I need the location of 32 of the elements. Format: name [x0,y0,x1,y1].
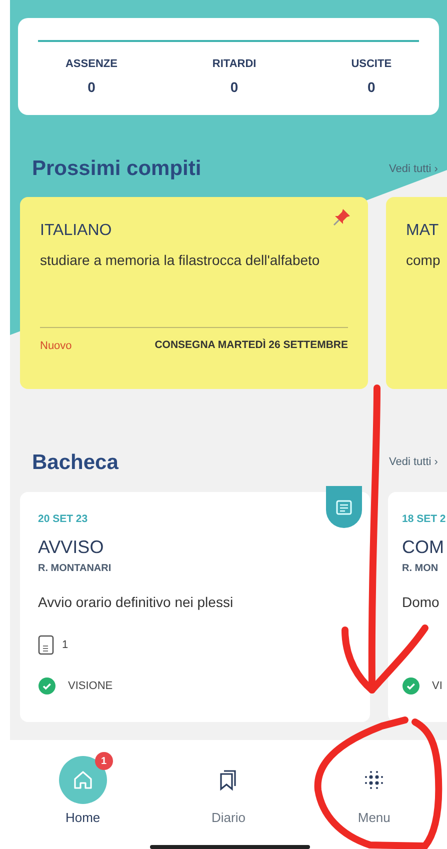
stat-value: 0 [367,78,376,96]
stat-label: USCITE [351,57,392,72]
notification-badge: 1 [94,752,113,770]
section-title: Bacheca [32,450,118,476]
stat-label: ASSENZE [65,57,118,72]
subject-title: ITALIANO [40,220,113,240]
homework-text: studiare a memoria la filastrocca dell'alfabeto [40,250,321,270]
notice-author: R. MON [402,562,440,576]
notice-title: COM [402,536,445,559]
dots-grid-icon [363,769,386,791]
stat-value: 0 [88,78,96,96]
see-all-link[interactable]: Vedi tutti › [389,454,445,470]
section-title: Prossimi compiti [32,156,202,182]
seen-label: VISIONE [68,678,113,694]
notice-date: 18 SET 2 [402,512,447,527]
attachment-count: 1 [62,638,68,652]
stat-label: RITARDI [212,57,256,72]
see-all-link[interactable]: Vedi tutti › [389,160,445,177]
nav-tab[interactable]: Menu [314,756,434,849]
subject-title: MAT [406,220,440,240]
notice-author: R. MONTANARI [38,562,112,576]
stat-value: 0 [230,78,238,96]
notice-title: AVVISO [38,536,105,559]
notice-text: Avvio orario definitivo nei plessi [38,592,234,612]
notice-text: Domo [402,592,440,612]
document-icon [38,634,54,655]
nav-tab[interactable]: Diario [168,756,288,849]
status-label: Nuovo [40,338,72,354]
seen-label: VI [432,678,442,694]
notice-date: 20 SET 23 [38,512,89,527]
due-date: CONSEGNA MARTEDÌ 26 SETTEMBRE [154,338,348,353]
homework-text: comp [406,250,442,270]
